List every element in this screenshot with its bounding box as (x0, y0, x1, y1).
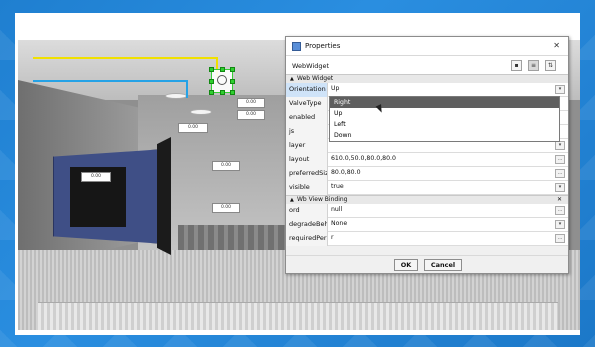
edit-button[interactable]: ... (555, 206, 565, 215)
sort-icon[interactable]: ⇅ (545, 60, 556, 71)
ceiling-light (190, 109, 212, 115)
collapse-icon[interactable]: ▲ (290, 196, 297, 204)
value-readout[interactable]: 0.00 (212, 203, 240, 213)
property-value[interactable]: 610.0,50.0,80.0,80.0 (330, 154, 554, 165)
room-floor-grille (38, 302, 558, 330)
property-row-requiredpermissions[interactable]: requiredPerm r ... (286, 232, 568, 246)
dialog-subheader: WebWidget ▪ ≡ ⇅ (286, 56, 568, 74)
dialog-titlebar[interactable]: Properties ✕ (286, 37, 568, 56)
dropdown-button[interactable]: ▾ (555, 183, 565, 192)
resize-handle[interactable] (220, 90, 225, 95)
properties-dialog[interactable]: Properties ✕ WebWidget ▪ ≡ ⇅ ▲ Web Widget… (285, 36, 569, 274)
property-value[interactable]: r (330, 233, 554, 244)
dialog-footer: OK Cancel (286, 255, 568, 273)
property-name: layout (286, 153, 328, 167)
dropdown-option[interactable]: Left (330, 119, 559, 130)
property-name: degradeBehav (286, 218, 328, 232)
dropdown-button[interactable]: ▾ (555, 220, 565, 229)
resize-handle[interactable] (209, 90, 214, 95)
value-readout[interactable]: 0.00 (81, 172, 111, 182)
property-name: enabled (286, 111, 328, 125)
value-readout[interactable]: 0.00 (212, 161, 240, 171)
section-title: Wb View Binding (297, 196, 348, 203)
edit-button[interactable]: ... (555, 155, 565, 164)
remove-section-icon[interactable]: ✕ (557, 196, 562, 204)
orientation-dropdown-list[interactable]: Right Up Left Down (329, 96, 560, 142)
section-wb-view-binding[interactable]: ▲ Wb View Binding ✕ (286, 195, 568, 204)
collapse-icon[interactable]: ▲ (290, 75, 297, 83)
property-row-ord[interactable]: ord null ... (286, 204, 568, 218)
list-view-icon[interactable]: ≡ (528, 60, 539, 71)
property-value[interactable]: None (330, 219, 554, 230)
yellow-pipe (33, 57, 217, 59)
grid-view-icon[interactable]: ▪ (511, 60, 522, 71)
value-readout[interactable]: 0.00 (237, 110, 265, 120)
property-row-degradebehavior[interactable]: degradeBehav None ▾ (286, 218, 568, 232)
properties-icon (292, 42, 301, 51)
property-name: js (286, 125, 328, 139)
property-row-visible[interactable]: visible true ▾ (286, 181, 568, 195)
section-web-widget[interactable]: ▲ Web Widget (286, 74, 568, 83)
property-value[interactable]: null (330, 205, 554, 216)
cancel-button[interactable]: Cancel (424, 259, 462, 271)
resize-handle[interactable] (230, 79, 235, 84)
property-name: layer (286, 139, 328, 153)
property-row-layout[interactable]: layout 610.0,50.0,80.0,80.0 ... (286, 153, 568, 167)
resize-handle[interactable] (220, 67, 225, 72)
property-value[interactable]: Up (330, 84, 554, 95)
property-name: requiredPerm (286, 232, 328, 246)
dropdown-button[interactable]: ▾ (555, 85, 565, 94)
edit-button[interactable]: ... (555, 234, 565, 243)
dropdown-option[interactable]: Down (330, 130, 559, 141)
property-name: preferredSize (286, 167, 328, 181)
blue-pipe (33, 80, 187, 82)
property-name: ValveType (286, 97, 328, 111)
property-name: visible (286, 181, 328, 195)
edit-button[interactable]: ... (555, 169, 565, 178)
eye-icon (217, 75, 227, 85)
component-name: WebWidget (292, 62, 330, 70)
selected-web-widget[interactable] (209, 67, 235, 95)
property-row-orientation[interactable]: Orientation Up ▾ (286, 83, 568, 97)
section-title: Web Widget (297, 75, 334, 82)
close-icon[interactable]: ✕ (553, 41, 560, 50)
resize-handle[interactable] (209, 79, 214, 84)
value-readout[interactable]: 0.00 (178, 123, 208, 133)
property-value[interactable]: 80.0,80.0 (330, 168, 554, 179)
resize-handle[interactable] (230, 90, 235, 95)
value-readout[interactable]: 0.00 (237, 98, 265, 108)
dropdown-button[interactable]: ▾ (555, 141, 565, 150)
property-row-preferredsize[interactable]: preferredSize 80.0,80.0 ... (286, 167, 568, 181)
resize-handle[interactable] (230, 67, 235, 72)
ceiling-light (165, 93, 187, 99)
property-value[interactable]: true (330, 182, 554, 193)
property-name: ord (286, 204, 328, 218)
dropdown-option[interactable]: Up (330, 108, 559, 119)
ok-button[interactable]: OK (394, 259, 418, 271)
property-name: Orientation (286, 83, 328, 97)
resize-handle[interactable] (209, 67, 214, 72)
dropdown-option[interactable]: Right (330, 97, 559, 108)
door-frame (157, 137, 171, 255)
dialog-title: Properties (305, 42, 341, 50)
blue-pipe (186, 80, 188, 98)
